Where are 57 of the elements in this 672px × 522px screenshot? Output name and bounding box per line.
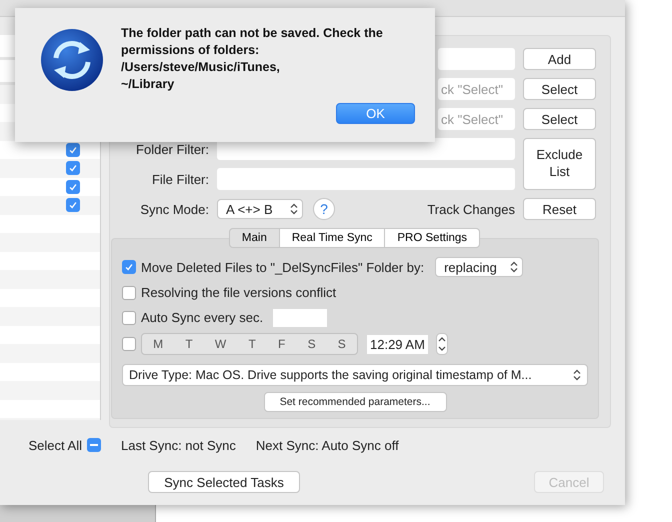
day-toggle[interactable]: S — [304, 334, 320, 354]
drive-type-select[interactable]: Drive Type: Mac OS. Drive supports the saving original timestamp of M... — [122, 364, 588, 386]
task-checkbox[interactable] — [66, 198, 80, 212]
filter-label: Folder Filter: — [135, 142, 209, 156]
select-all-label: Select All — [28, 438, 82, 452]
option-checkbox[interactable] — [122, 286, 136, 300]
task-row[interactable] — [0, 196, 100, 214]
updown-icon — [290, 203, 298, 215]
tab[interactable]: Real Time Sync — [280, 228, 386, 248]
time-field[interactable]: 12:29 AM — [367, 334, 428, 354]
checkmark-icon — [68, 182, 78, 192]
option-label: Resolving the file versions conflict — [141, 285, 336, 300]
day-toggle[interactable]: S — [334, 334, 350, 354]
option-checkbox[interactable] — [122, 260, 136, 274]
option-label: Auto Sync every sec. — [141, 310, 264, 325]
alert-message: The folder path can not be saved. Check the permissions of folders: /Users/steve/Music/iTunes, ~/Library — [121, 25, 383, 93]
task-checkbox[interactable] — [66, 180, 80, 194]
help-button[interactable]: ? — [313, 198, 335, 220]
recommended-parameters-button[interactable]: Set recommended parameters... — [264, 392, 446, 412]
task-row[interactable] — [0, 159, 100, 178]
next-sync-text: Next Sync: Auto Sync off — [256, 438, 399, 452]
day-toggle[interactable]: T — [244, 334, 260, 354]
exclude-list-button[interactable]: Exclude List — [523, 138, 596, 190]
day-toggle[interactable]: M — [149, 334, 168, 354]
checkmark-icon — [68, 163, 78, 174]
reset-button[interactable]: Reset — [523, 198, 596, 220]
updown-icon — [573, 369, 581, 381]
folder-button[interactable]: Select — [523, 108, 596, 130]
move-mode-select[interactable]: replacing — [435, 257, 524, 277]
track-changes-label: Track Changes — [427, 202, 515, 216]
last-sync-text: Last Sync: not Sync — [121, 438, 236, 452]
tab[interactable]: PRO Settings — [385, 228, 480, 248]
seconds-field[interactable] — [273, 308, 328, 326]
sync-selected-button[interactable]: Sync Selected Tasks — [148, 471, 300, 493]
folder-button[interactable]: Add — [523, 48, 596, 70]
filter-field[interactable] — [217, 168, 515, 190]
folder-button[interactable]: Select — [523, 78, 596, 100]
schedule-checkbox[interactable] — [122, 337, 136, 351]
sync-mode-label: Sync Mode: — [139, 202, 209, 216]
sync-mode-select[interactable]: A <+> B — [217, 199, 303, 219]
option-label: Move Deleted Files to "_DelSyncFiles" Folder by: — [141, 260, 424, 274]
folder-path-field[interactable] — [438, 48, 515, 70]
day-toggle[interactable]: W — [210, 334, 230, 354]
task-checkbox[interactable] — [66, 142, 80, 157]
updown-icon — [510, 261, 518, 273]
day-toggle[interactable]: T — [181, 334, 197, 354]
stepper-icon[interactable] — [436, 333, 448, 355]
sync-arrows-icon — [40, 28, 104, 92]
option-checkbox[interactable] — [122, 310, 136, 324]
checkmark-icon — [124, 262, 134, 272]
day-toggle[interactable]: F — [274, 334, 290, 354]
select-all-checkbox[interactable] — [87, 438, 101, 452]
filter-label: File Filter: — [150, 172, 209, 186]
checkmark-icon — [68, 144, 78, 155]
tab[interactable]: Main — [228, 228, 280, 248]
task-checkbox[interactable] — [66, 161, 80, 176]
checkmark-icon — [68, 200, 78, 210]
